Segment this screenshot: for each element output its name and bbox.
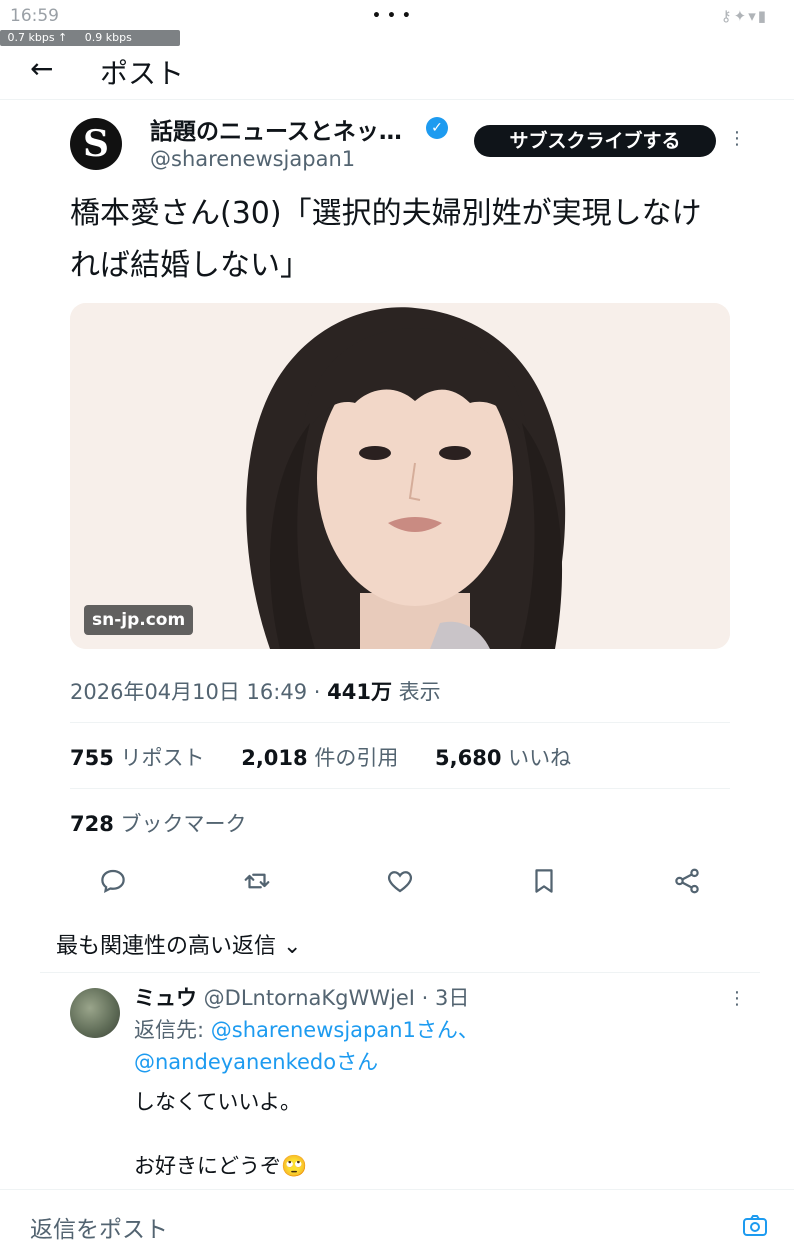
quotes-stat[interactable]: 2,018 件の引用 xyxy=(241,742,398,772)
tweet-date: 2026年04月10日 16:49 · xyxy=(70,680,328,704)
author-name[interactable]: 話題のニュースとネッ… xyxy=(150,112,402,146)
reposts-label: リポスト xyxy=(113,746,205,770)
engagement-stats: 755 リポスト 2,018 件の引用 5,680 いいね xyxy=(70,742,601,772)
reply-body: しなくていいよ。 お好きにどうぞ🙄 xyxy=(134,1090,308,1178)
views-label: 表示 xyxy=(391,680,441,704)
quotes-count: 2,018 xyxy=(241,746,308,770)
bookmarks-count: 728 xyxy=(70,812,114,836)
reposts-count: 755 xyxy=(70,746,114,770)
tweet-text: 橋本愛さん(30)「選択的夫婦別姓が実現しなければ結婚しない」 xyxy=(70,196,702,283)
author-handle[interactable]: @sharenewsjapan1 xyxy=(150,147,355,171)
likes-count: 5,680 xyxy=(435,746,502,770)
repost-icon[interactable] xyxy=(242,866,272,896)
status-bar: 16:59 ••• ⚷✦▾▮ 0.7 kbps ↑ 0.9 kbps xyxy=(0,0,794,48)
compose-bar: 返信をポスト xyxy=(0,1189,794,1253)
reply-handle-date[interactable]: @DLntornaKgWWjeI · 3日 xyxy=(197,986,470,1010)
views-count: 441万 xyxy=(327,680,392,704)
portrait-illustration xyxy=(70,303,730,649)
reply-to-label: 返信先: xyxy=(134,1018,211,1042)
tweet-meta: 2026年04月10日 16:49 · 441万 表示 xyxy=(70,676,441,706)
action-bar xyxy=(0,866,794,902)
likes-stat[interactable]: 5,680 いいね xyxy=(435,742,571,772)
reply-author-name[interactable]: ミュウ xyxy=(134,986,197,1010)
quotes-label: 件の引用 xyxy=(307,746,399,770)
bookmark-icon[interactable] xyxy=(529,866,559,896)
reply-to: 返信先: @sharenewsjapan1さん、 @nandeyanenkedo… xyxy=(134,1014,694,1078)
reply-icon[interactable] xyxy=(98,866,128,896)
reply-header: ミュウ @DLntornaKgWWjeI · 3日 xyxy=(134,982,469,1012)
share-icon[interactable] xyxy=(672,866,702,896)
divider xyxy=(70,788,730,789)
camera-icon[interactable] xyxy=(742,1214,768,1238)
reposts-stat[interactable]: 755 リポスト xyxy=(70,742,205,772)
reply-more-options-icon[interactable]: ⋮ xyxy=(728,988,746,1009)
status-time: 16:59 xyxy=(10,6,59,26)
mention-link[interactable]: @nandeyanenkedoさん xyxy=(134,1050,378,1074)
divider xyxy=(70,722,730,723)
page-title: ポスト xyxy=(100,57,185,90)
tweet-image[interactable]: sn-jp.com xyxy=(70,303,730,649)
subscribe-button[interactable]: サブスクライブする xyxy=(474,125,716,157)
author-avatar[interactable]: S xyxy=(70,118,122,170)
verified-badge-icon: ✓ xyxy=(426,117,448,139)
more-options-icon[interactable]: ⋮ xyxy=(728,128,746,149)
bookmarks-label: ブックマーク xyxy=(113,812,247,836)
like-icon[interactable] xyxy=(385,866,415,896)
top-header: ← ポスト xyxy=(0,44,794,100)
bookmarks-stat[interactable]: 728 ブックマーク xyxy=(70,808,247,838)
reply-avatar[interactable] xyxy=(70,988,120,1038)
status-dots-icon: ••• xyxy=(372,8,417,24)
mention-link[interactable]: @sharenewsjapan1さん、 xyxy=(211,1018,479,1042)
system-icons: ⚷✦▾▮ xyxy=(720,7,768,25)
likes-label: いいね xyxy=(501,746,572,770)
reply-input[interactable]: 返信をポスト xyxy=(30,1210,168,1244)
image-watermark: sn-jp.com xyxy=(84,605,194,635)
back-arrow-icon[interactable]: ← xyxy=(30,52,53,85)
divider xyxy=(40,972,760,973)
reply-sort-dropdown[interactable]: 最も関連性の高い返信 ⌄ xyxy=(56,928,301,960)
